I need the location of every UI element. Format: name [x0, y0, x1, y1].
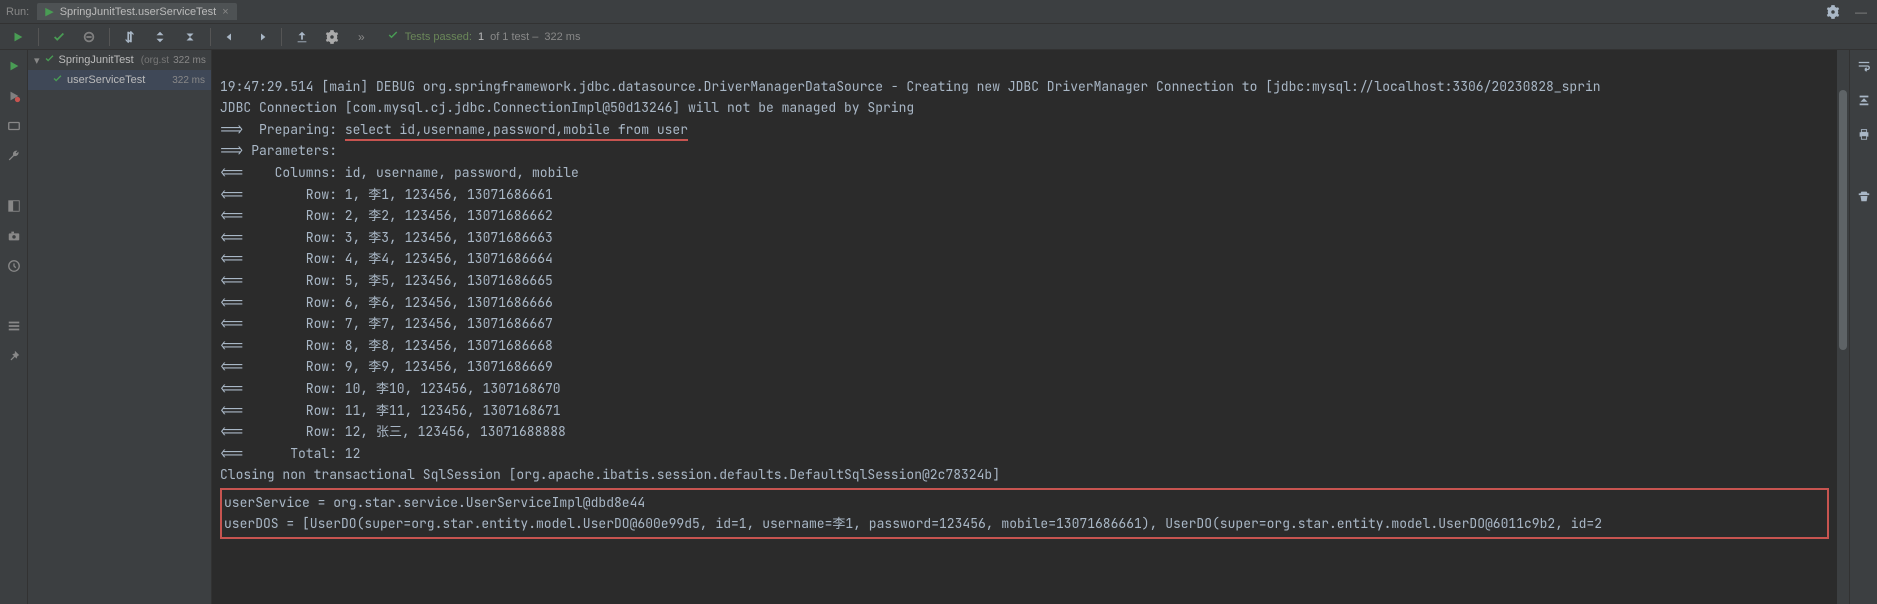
console-line: JDBC Connection [com.mysql.cj.jdbc.Conne… [220, 99, 914, 116]
console-line: <== Columns: id, username, password, mob… [220, 164, 579, 181]
separator [210, 28, 211, 46]
export-icon[interactable] [292, 27, 312, 47]
console-line: userService = org.star.service.UserServi… [224, 494, 645, 511]
clear-all-icon[interactable] [1854, 186, 1874, 206]
tree-child-time: 322 ms [172, 75, 205, 86]
console-row: <== Row: 9, 李9, 123456, 13071686669 [220, 358, 553, 375]
console-line: 19:47:29.514 [main] DEBUG org.springfram… [220, 78, 1601, 95]
console-row: <== Row: 3, 李3, 123456, 13071686663 [220, 229, 553, 246]
check-icon [52, 73, 63, 87]
rerun-button[interactable] [8, 27, 28, 47]
gear-icon[interactable] [1823, 2, 1843, 22]
run-label: Run: [6, 6, 29, 18]
console-line: ==> Parameters: [220, 142, 345, 159]
run-tab[interactable]: ▶ SpringJunitTest.userServiceTest × [37, 3, 236, 20]
prev-test-icon[interactable] [221, 27, 241, 47]
console-row: <== Row: 8, 李8, 123456, 13071686668 [220, 337, 553, 354]
console-row: <== Row: 7, 李7, 123456, 13071686667 [220, 315, 553, 332]
test-tree[interactable]: ▾ SpringJunitTest (org.st 322 ms userSer… [28, 50, 212, 604]
tests-passed-count: 1 [478, 31, 484, 43]
console-line: ==> Preparing: select id,username,passwo… [220, 121, 688, 141]
pin-icon[interactable] [4, 346, 24, 366]
rerun-icon[interactable] [4, 56, 24, 76]
toggle-auto-icon[interactable] [4, 116, 24, 136]
highlighted-output: userService = org.star.service.UserServi… [220, 488, 1829, 539]
more-options-icon[interactable] [322, 27, 342, 47]
console-row: <== Row: 11, 李11, 123456, 1307168671 [220, 402, 561, 419]
separator [281, 28, 282, 46]
console-row: <== Row: 6, 李6, 123456, 13071686666 [220, 294, 553, 311]
separator [109, 28, 110, 46]
console-line: <== Total: 12 [220, 445, 360, 462]
expand-all-icon[interactable] [150, 27, 170, 47]
chevron-down-icon[interactable]: ▾ [34, 54, 40, 67]
tree-root[interactable]: ▾ SpringJunitTest (org.st 322 ms [28, 50, 211, 70]
soft-wrap-icon[interactable] [1854, 56, 1874, 76]
console-line: userDOS = [UserDO(super=org.star.entity.… [224, 515, 1602, 532]
tab-title: SpringJunitTest.userServiceTest [60, 6, 217, 18]
sql-query: select id,username,password,mobile from … [345, 121, 688, 141]
console-line: Closing non transactional SqlSession [or… [220, 466, 1000, 483]
console-row: <== Row: 2, 李2, 123456, 13071686662 [220, 207, 553, 224]
clock-icon[interactable] [4, 256, 24, 276]
rerun-failed-icon[interactable] [4, 86, 24, 106]
tree-root-label: SpringJunitTest [59, 54, 134, 66]
console-row: <== Row: 5, 李5, 123456, 13071686665 [220, 272, 553, 289]
collapse-all-icon[interactable] [180, 27, 200, 47]
sort-icon[interactable] [120, 27, 140, 47]
tests-duration: 322 ms [544, 31, 580, 43]
wrench-icon[interactable] [4, 146, 24, 166]
tests-total-label: of 1 test – [490, 31, 538, 43]
layout-icon[interactable] [4, 196, 24, 216]
stack-icon[interactable] [4, 316, 24, 336]
scroll-to-end-icon[interactable] [1854, 90, 1874, 110]
show-ignored-toggle[interactable] [79, 27, 99, 47]
camera-icon[interactable] [4, 226, 24, 246]
play-icon: ▶ [45, 5, 53, 18]
console-row: <== Row: 10, 李10, 123456, 1307168670 [220, 380, 561, 397]
next-test-icon[interactable] [251, 27, 271, 47]
chevron-right-icon[interactable]: » [358, 30, 365, 44]
print-icon[interactable] [1854, 124, 1874, 144]
close-icon[interactable]: × [222, 6, 228, 18]
console-output[interactable]: 19:47:29.514 [main] DEBUG org.springfram… [212, 50, 1837, 604]
check-icon [44, 53, 55, 67]
tests-status: Tests passed: 1 of 1 test – 322 ms [387, 29, 581, 44]
scrollbar-thumb[interactable] [1839, 90, 1847, 350]
vertical-scrollbar[interactable] [1837, 50, 1849, 604]
console-row: <== Row: 12, 张三, 123456, 13071688888 [220, 423, 566, 440]
minimize-icon[interactable]: — [1851, 2, 1871, 22]
console-row: <== Row: 1, 李1, 123456, 13071686661 [220, 186, 553, 203]
show-passed-toggle[interactable] [49, 27, 69, 47]
separator [38, 28, 39, 46]
tree-child[interactable]: userServiceTest 322 ms [28, 70, 211, 90]
tests-passed-label: Tests passed: [405, 31, 472, 43]
console-row: <== Row: 4, 李4, 123456, 13071686664 [220, 250, 553, 267]
tree-root-pkg: (org.st [141, 55, 169, 66]
tree-child-label: userServiceTest [67, 74, 145, 86]
tree-root-time: 322 ms [173, 55, 206, 66]
check-icon [387, 29, 399, 44]
